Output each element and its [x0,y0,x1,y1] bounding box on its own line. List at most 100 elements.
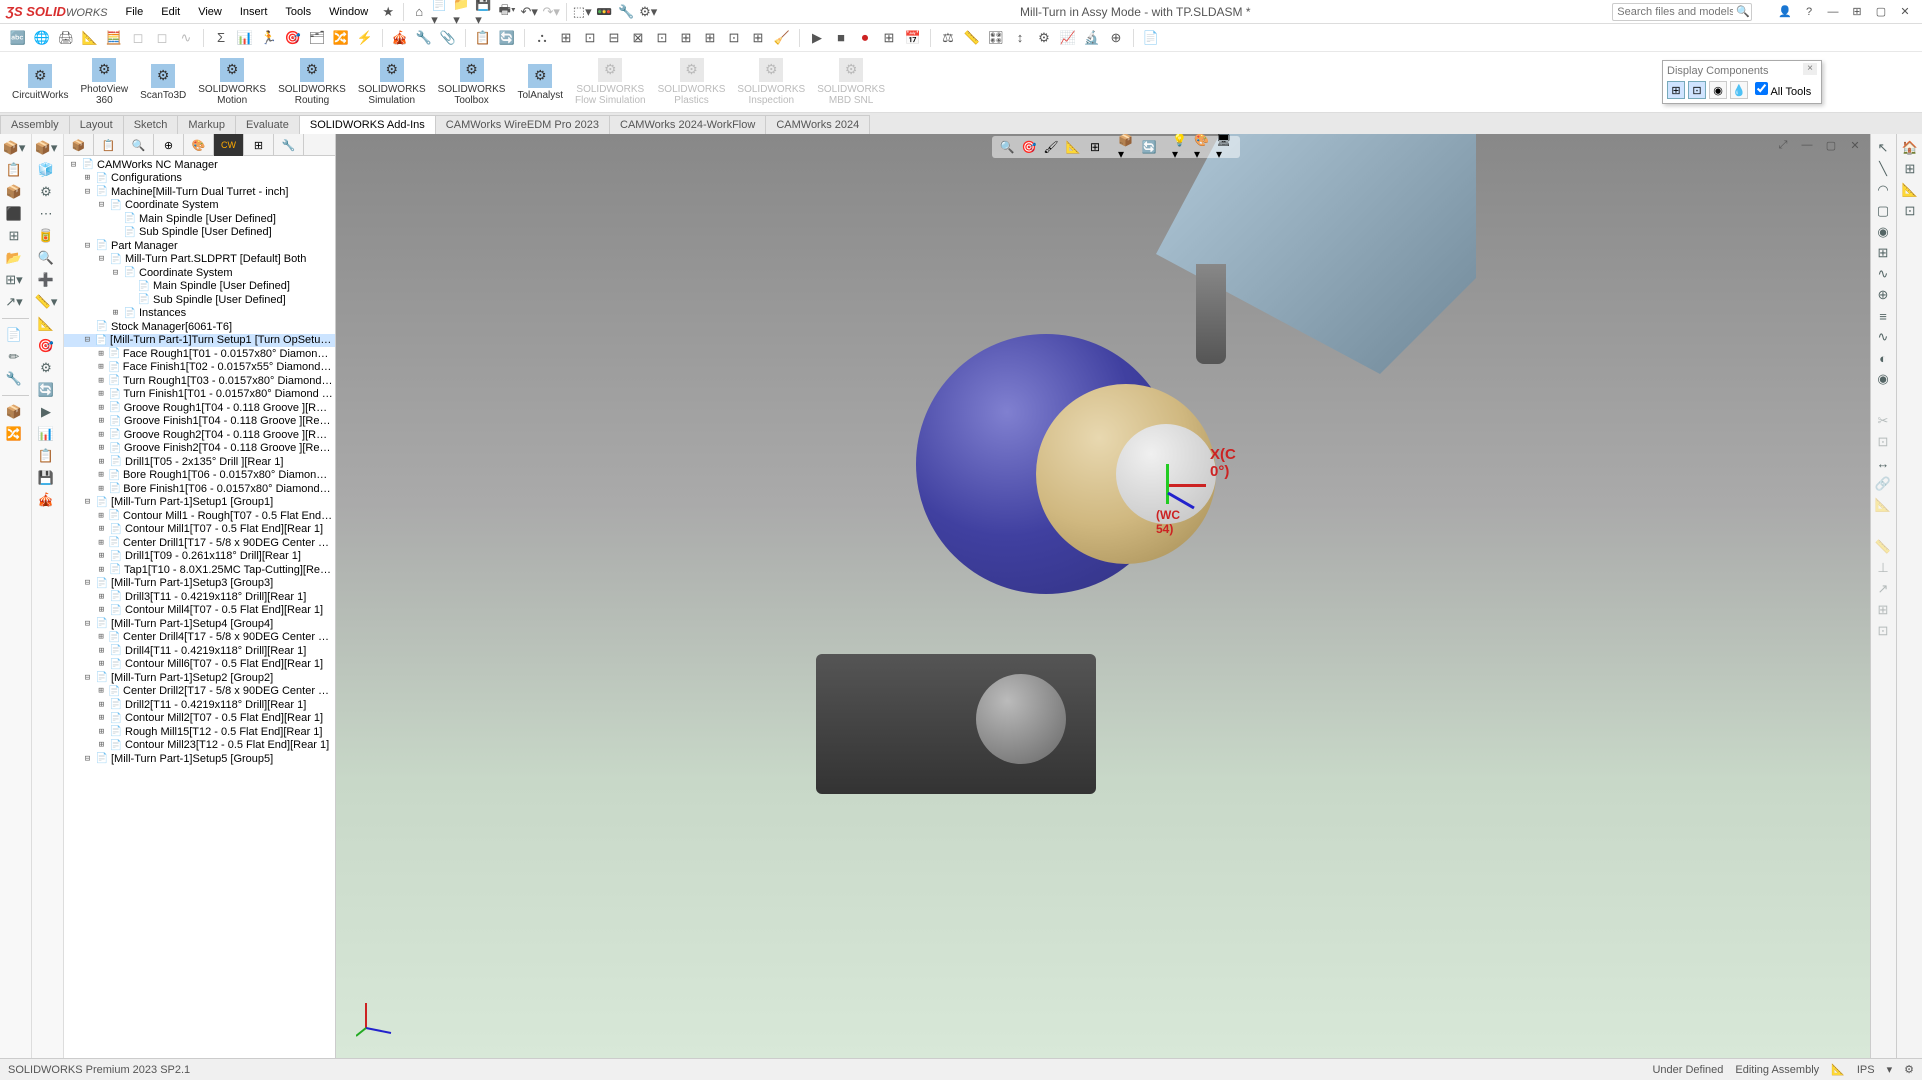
tool-icon[interactable]: ↗ [1872,579,1894,599]
tool-icon[interactable]: 📐 [34,314,58,334]
stop-icon[interactable]: ■ [831,28,851,48]
tool-icon[interactable]: 🗂 [307,28,327,48]
status-units[interactable]: IPS [1857,1064,1875,1076]
tool-icon[interactable]: ▶ [34,402,58,422]
tool-icon[interactable]: 🖨 [56,28,76,48]
display-btn[interactable]: ⊡ [1688,81,1706,99]
tree-node[interactable]: 📄Stock Manager[6061-T6] [64,320,335,334]
tool-icon[interactable]: ⊡ [1872,621,1894,641]
vp-zoom-fit[interactable]: 🔍 [998,138,1016,156]
display-btn[interactable]: ◉ [1709,81,1727,99]
tool-icon[interactable]: ⊞ [1872,243,1894,263]
tool-icon[interactable]: 🎯 [34,336,58,356]
tree-node[interactable]: ⊟📄[Mill-Turn Part-1]Setup2 [Group2] [64,671,335,685]
menu-view[interactable]: View [190,3,230,21]
tree-node[interactable]: ⊞📄Drill4[T11 - 0.4219x118° Drill][Rear 1… [64,644,335,658]
tool-icon[interactable]: ⚡ [355,28,375,48]
tool-icon[interactable]: ⊕ [1872,285,1894,305]
doc-minimize-icon[interactable]: — [1796,136,1818,154]
ribbon-tolanalyst[interactable]: ⚙TolAnalyst [513,62,567,103]
ribbon-solidworks-motion[interactable]: ⚙SOLIDWORKSMotion [194,56,270,108]
tool-icon[interactable]: Σ [211,28,231,48]
tool-icon[interactable]: 📊 [34,424,58,444]
tool-icon[interactable]: ↔ [1872,453,1894,473]
pin-icon[interactable]: ★ [378,2,398,22]
layout-icon[interactable]: ⊞ [1846,3,1868,21]
tool-icon[interactable]: 📄 [1141,28,1161,48]
tool-icon[interactable]: ✂ [1872,411,1894,431]
save-icon[interactable]: 💾▾ [475,2,495,22]
tree-node[interactable]: ⊞📄Bore Finish1[T06 - 0.0157x80° Diamond … [64,482,335,496]
new-icon[interactable]: 📄▾ [431,2,451,22]
all-tools-checkbox[interactable] [1755,82,1768,95]
tool-icon[interactable]: 📏▾ [34,292,58,312]
search-input[interactable] [1612,3,1752,21]
tree-node[interactable]: ⊞📄Tap1[T10 - 8.0X1.25MC Tap-Cutting][Rea… [64,563,335,577]
tree-node[interactable]: ⊞📄Configurations [64,172,335,186]
tool-icon[interactable]: ◐ [1872,348,1894,368]
tool-icon[interactable]: 🏃 [259,28,279,48]
tree-tab[interactable]: ⊞ [244,134,274,156]
tool-icon[interactable]: 📋 [34,446,58,466]
maximize-icon[interactable]: ▢ [1870,3,1892,21]
tree-node[interactable]: ⊞📄Turn Finish1[T01 - 0.0157x80° Diamond … [64,388,335,402]
tree-node[interactable]: ⊞📄Center Drill2[T17 - 5/8 x 90DEG Center… [64,685,335,699]
status-gear-icon[interactable]: ⚙ [1904,1063,1914,1076]
open-icon[interactable]: 📁▾ [453,2,473,22]
tree-node[interactable]: ⊞📄Contour Mill23[T12 - 0.5 Flat End][Rea… [64,739,335,753]
options-icon[interactable]: ⚙▾ [638,2,658,22]
tool-icon[interactable]: 📂 [2,248,26,268]
line-icon[interactable]: ╲ [1872,159,1894,179]
tool-icon[interactable]: 📦▾ [2,138,26,158]
search-icon[interactable]: 🔍 [1736,5,1750,18]
tool-icon[interactable]: ≡ [1872,306,1894,326]
rect-icon[interactable]: ▢ [1872,201,1894,221]
tree-node[interactable]: ⊞📄Drill1[T09 - 0.261x118° Drill][Rear 1] [64,550,335,564]
tab-solidworks-add-ins[interactable]: SOLIDWORKS Add-Ins [299,115,436,134]
menu-file[interactable]: File [118,3,152,21]
vp-tool[interactable]: 📐 [1064,138,1082,156]
tab-camworks-2024[interactable]: CAMWorks 2024 [765,115,870,134]
3d-viewport[interactable]: X(C 0°) (WC 54) 🔍 🎯 🖌 📐 ⊞ 📦▾ 🔄 💡▾ 🎨▾ 🖥▾ … [336,134,1896,1058]
tool-icon[interactable]: 📈 [1058,28,1078,48]
redo-icon[interactable]: ↷▾ [541,2,561,22]
tree-node[interactable]: ⊞📄Face Finish1[T02 - 0.0157x55° Diamond … [64,361,335,375]
tree-node[interactable]: ⊞📄Drill2[T11 - 0.4219x118° Drill][Rear 1… [64,698,335,712]
tree-tab[interactable]: 🔧 [274,134,304,156]
tool-icon[interactable]: 🔄 [34,380,58,400]
vp-tool[interactable]: 🎯 [1020,138,1038,156]
tree-node[interactable]: 📄Sub Spindle [User Defined] [64,293,335,307]
tool-icon[interactable]: ∿ [1872,264,1894,284]
tree-tab[interactable]: 📦 [64,134,94,156]
tool-icon[interactable]: ⊞ [748,28,768,48]
tool-icon[interactable]: ⊞ [1898,159,1922,179]
tool-icon[interactable]: 🌐 [32,28,52,48]
tab-sketch[interactable]: Sketch [123,115,179,134]
tree-node[interactable]: 📄Main Spindle [User Defined] [64,212,335,226]
tool-icon[interactable]: 🔤 [8,28,28,48]
tool-icon[interactable]: 🎯 [283,28,303,48]
tool-icon[interactable]: ⚙ [1034,28,1054,48]
tool-icon[interactable]: ⊥ [1872,558,1894,578]
tree-node[interactable]: ⊞📄Drill1[T05 - 2x135° Drill ][Rear 1] [64,455,335,469]
tool-icon[interactable]: ↗▾ [2,292,26,312]
menu-window[interactable]: Window [321,3,376,21]
tree-node[interactable]: ⊞📄Groove Rough1[T04 - 0.118 Groove ][Rea… [64,401,335,415]
tree-node[interactable]: ⊞📄Contour Mill1[T07 - 0.5 Flat End][Rear… [64,523,335,537]
tree-node[interactable]: ⊟📄Coordinate System [64,266,335,280]
select-icon[interactable]: ⬚▾ [572,2,592,22]
tool-icon[interactable]: ⊡ [1872,432,1894,452]
tool-icon[interactable]: 🧊 [34,160,58,180]
tool-icon[interactable]: 📎 [438,28,458,48]
display-btn[interactable]: 💧 [1730,81,1748,99]
tool-icon[interactable]: 🔧 [2,369,26,389]
tool-icon[interactable]: 📦 [2,402,26,422]
vp-tool[interactable]: 💡▾ [1172,138,1190,156]
record-icon[interactable]: ⏺ [855,28,875,48]
tool-icon[interactable]: ⊠ [628,28,648,48]
undo-icon[interactable]: ↶▾ [519,2,539,22]
tool-icon[interactable]: 🎛 [986,28,1006,48]
vp-tool[interactable]: 🖌 [1042,138,1060,156]
display-btn[interactable]: ⊞ [1667,81,1685,99]
tool-icon[interactable]: ⊞▾ [2,270,26,290]
